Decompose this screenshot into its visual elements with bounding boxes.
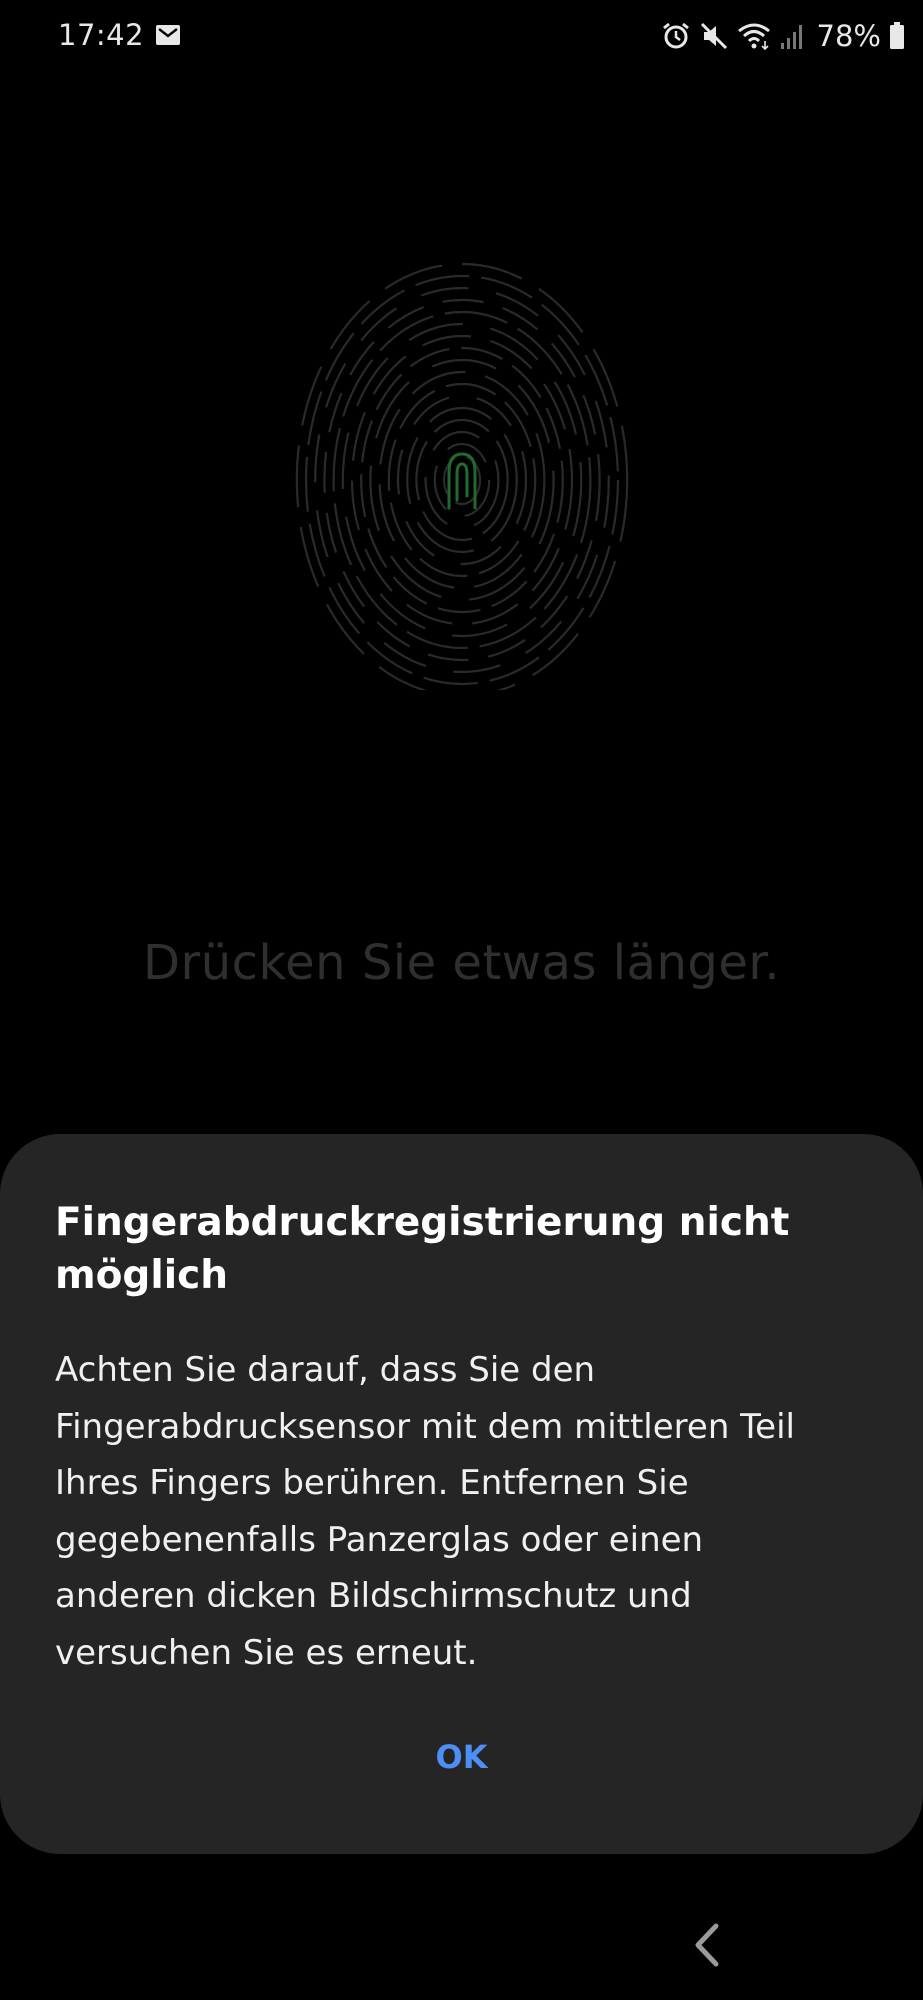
- ok-button[interactable]: OK: [0, 1738, 923, 1776]
- battery-icon: [889, 21, 905, 51]
- dialog-message-line: Achten Sie darauf, dass Sie den: [55, 1350, 596, 1390]
- mute-icon: [699, 21, 729, 51]
- dialog-message-line: gegebenenfalls Panzerglas oder einen: [55, 1519, 704, 1560]
- fingerprint-icon: [292, 250, 632, 698]
- dialog-message-line: Ihres Fingers berühren. Entfernen Sie: [55, 1463, 689, 1503]
- mail-icon: [155, 24, 181, 46]
- dialog-title: Fingerabdruckregistrierung nicht möglich: [55, 1196, 855, 1302]
- dialog-message-line: Fingerabdrucksensor mit dem mittleren Te…: [55, 1406, 795, 1447]
- error-dialog: Fingerabdruckregistrierung nicht möglich…: [0, 1134, 923, 1854]
- fingerprint-hint: Drücken Sie etwas länger.: [143, 935, 780, 991]
- status-bar: 17:42 78%: [0, 0, 923, 72]
- alarm-icon: [661, 21, 691, 51]
- back-button[interactable]: [690, 1920, 724, 1970]
- signal-icon: [779, 21, 805, 51]
- status-time: 17:42: [58, 18, 145, 52]
- dialog-title-line: Fingerabdruckregistrierung nicht: [55, 1200, 790, 1245]
- dialog-message: Achten Sie darauf, dass Sie den Fingerab…: [55, 1342, 875, 1681]
- status-icons: 78%: [661, 18, 905, 54]
- dialog-message-line: versuchen Sie es erneut.: [55, 1632, 478, 1673]
- chevron-left-icon: [695, 1923, 719, 1967]
- dialog-title-line: möglich: [55, 1253, 228, 1298]
- wifi-icon: [737, 21, 771, 51]
- dialog-message-line: anderen dicken Bildschirmschutz und: [55, 1576, 692, 1616]
- battery-percent: 78%: [816, 19, 881, 53]
